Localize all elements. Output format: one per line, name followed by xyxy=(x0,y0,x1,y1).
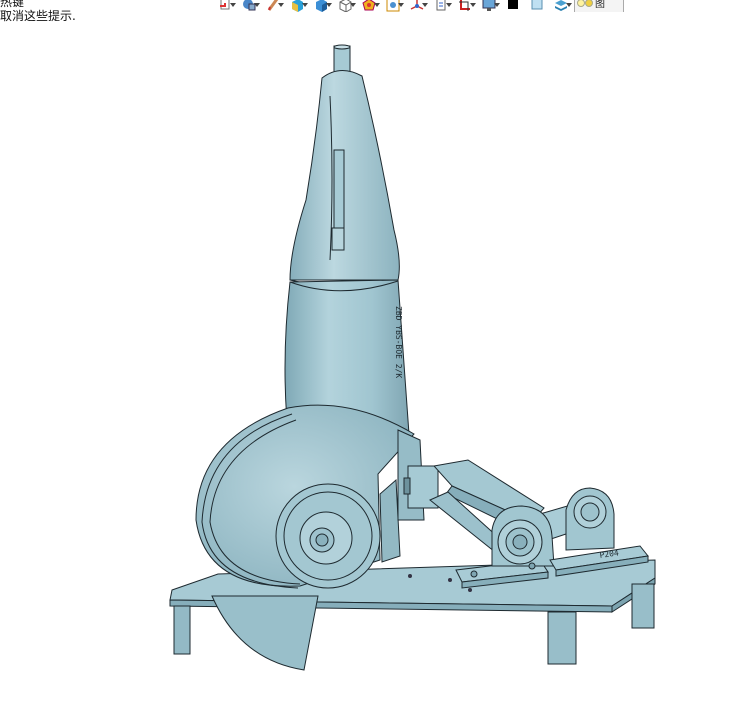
document-export-icon[interactable] xyxy=(214,0,236,12)
pencil-icon[interactable] xyxy=(262,0,284,12)
image-frame-icon[interactable] xyxy=(382,0,404,12)
motor-housing: ZBD YBS-BOE 2/K xyxy=(284,44,411,453)
3d-viewport[interactable]: ZBD YBS-BOE 2/K P204 xyxy=(0,24,743,718)
render-style-icon[interactable] xyxy=(238,0,260,12)
light-panel-icon[interactable] xyxy=(526,0,548,12)
layers-icon[interactable] xyxy=(550,0,572,12)
cutting-machine-model: ZBD YBS-BOE 2/K P204 xyxy=(169,44,656,671)
page-icon[interactable] xyxy=(430,0,452,12)
hint-dismiss-link[interactable]: 取消这些提示. xyxy=(0,9,76,23)
axis-triad-icon[interactable] xyxy=(406,0,428,12)
color-wheel-icon[interactable] xyxy=(358,0,380,12)
hint-hotkey-label: 热键 xyxy=(0,0,25,9)
black-square-icon[interactable] xyxy=(502,0,524,12)
motor-engraving: ZBD YBS-BOE 2/K xyxy=(394,306,403,378)
monitor-icon[interactable] xyxy=(478,0,500,12)
hotkey-hint: 热键 取消这些提示. xyxy=(0,0,76,23)
last-toolbar-label: 图 xyxy=(595,0,605,10)
view-toolbar: 图 xyxy=(214,0,743,12)
shaded-cube-icon[interactable] xyxy=(310,0,332,12)
light-bulb-icon xyxy=(577,0,593,7)
wireframe-cube-icon[interactable] xyxy=(334,0,356,12)
solid-box-icon[interactable] xyxy=(286,0,308,12)
light-bulb-toggle[interactable]: 图 xyxy=(574,0,624,12)
crop-frame-icon[interactable] xyxy=(454,0,476,12)
motor-mount xyxy=(397,429,439,521)
